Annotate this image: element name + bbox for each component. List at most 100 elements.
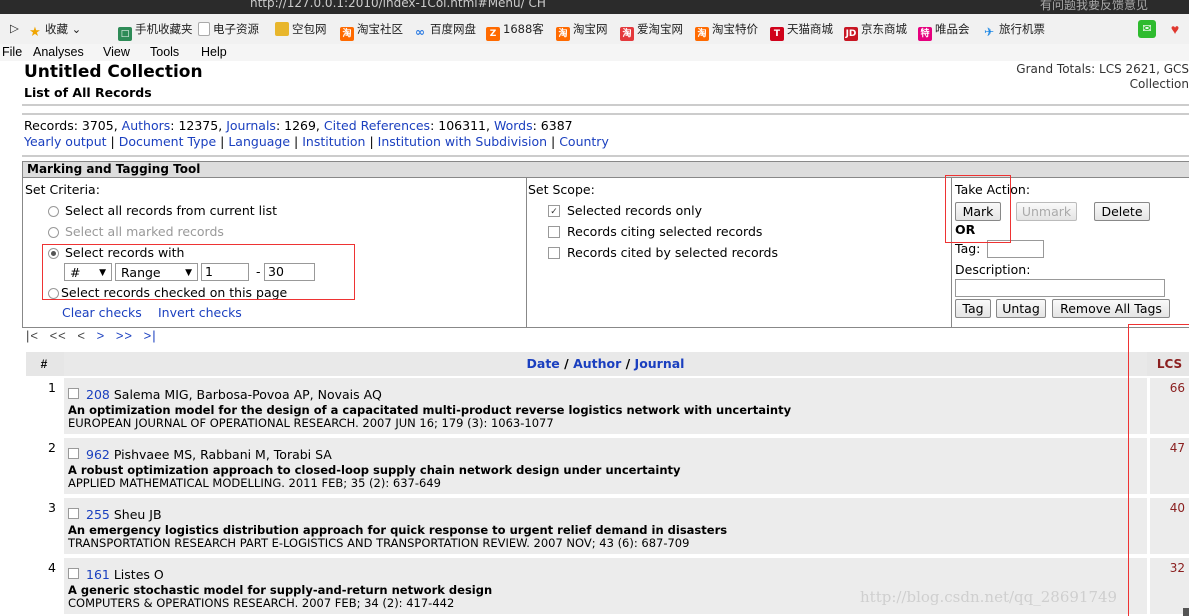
bookmark-item[interactable]: JD 京东商城 — [844, 21, 907, 41]
cited-references-link[interactable]: Cited References — [324, 118, 430, 133]
record-id-link[interactable]: 962 — [86, 447, 110, 462]
prev-block-link[interactable]: << — [50, 328, 67, 343]
bookmark-item[interactable]: 淘爱淘宝网 — [620, 21, 683, 41]
record-lcs: 40 — [1150, 498, 1189, 554]
record-lcs: 47 — [1150, 438, 1189, 494]
tool-title: Marking and Tagging Tool — [23, 162, 1189, 178]
heart-icon[interactable]: ♥ — [1166, 20, 1184, 38]
language-link[interactable]: Language — [228, 134, 290, 149]
row-body: 962 Pishvaee MS, Rabbani M, Torabi SA A … — [64, 438, 1147, 494]
menu-view[interactable]: View — [103, 45, 130, 59]
checkbox-cited-by-selected[interactable] — [548, 247, 560, 259]
bookmark-item[interactable]: 淘淘宝特价 — [695, 21, 758, 41]
bookmark-item[interactable]: 电子资源 — [198, 21, 259, 37]
marking-tagging-tool: Marking and Tagging Tool Set Criteria: S… — [22, 161, 1189, 328]
highlight-line — [1128, 324, 1129, 616]
bookmark-item[interactable]: 特唯品会 — [918, 21, 970, 41]
bookmark-item[interactable]: 淘淘宝社区 — [340, 21, 403, 41]
last-page-link[interactable]: >| — [144, 328, 157, 343]
bookmark-item[interactable]: Z 1688客 — [486, 21, 544, 41]
record-authors: Pishvaee MS, Rabbani M, Torabi SA — [113, 447, 332, 462]
record-id-link[interactable]: 208 — [86, 387, 110, 402]
row-checkbox[interactable] — [68, 508, 79, 519]
yearly-output-link[interactable]: Yearly output — [24, 134, 107, 149]
plane-icon: ✈ — [983, 25, 995, 39]
menu-help[interactable]: Help — [201, 45, 227, 59]
delete-button[interactable]: Delete — [1094, 202, 1150, 221]
bookmark-label: 电子资源 — [213, 22, 259, 36]
bookmark-item[interactable]: T 天猫商城 — [770, 21, 833, 41]
untag-button[interactable]: Untag — [996, 299, 1046, 318]
col-header-main: Date / Author / Journal — [64, 352, 1147, 376]
tag-label: Tag: — [955, 241, 981, 256]
bookmark-label: 收藏 ⌄ — [45, 22, 82, 36]
grand-totals-line: Grand Totals: LCS 2621, GCS — [1016, 62, 1189, 76]
prev-page-link[interactable]: < — [77, 328, 86, 343]
country-link[interactable]: Country — [559, 134, 609, 149]
record-title: A robust optimization approach to closed… — [68, 463, 681, 477]
bookmark-label: 淘宝社区 — [357, 22, 403, 36]
row-body: 208 Salema MIG, Barbosa-Povoa AP, Novais… — [64, 378, 1147, 434]
remove-all-tags-button[interactable]: Remove All Tags — [1052, 299, 1170, 318]
menu-analyses[interactable]: Analyses — [33, 45, 84, 59]
browser-top-strip: http://127.0.0.1:2010/index-1Col.html#Me… — [0, 0, 1189, 14]
words-link[interactable]: Words — [494, 118, 533, 133]
watermark-text: http://blog.csdn.net/qq_28691749 — [860, 588, 1118, 606]
bookmark-item[interactable]: 淘淘宝网 — [556, 21, 608, 41]
authors-count: : 12375, — [170, 118, 223, 133]
radio-all-records[interactable] — [48, 206, 59, 217]
next-block-link[interactable]: >> — [116, 328, 133, 343]
scrollbar-thumb[interactable] — [1183, 608, 1189, 616]
divider — [22, 155, 1189, 157]
row-number: 1 — [26, 378, 62, 434]
institution-link[interactable]: Institution — [302, 134, 365, 149]
bookmark-item[interactable]: ∞ 百度网盘 — [413, 21, 476, 39]
clear-checks-link[interactable]: Clear checks — [62, 305, 142, 320]
record-lcs: 66 — [1150, 378, 1189, 434]
bookmark-item[interactable]: 空包网 — [275, 21, 327, 37]
bookmark-item[interactable]: □ 手机收藏夹 — [118, 21, 193, 41]
sort-author-link[interactable]: Author — [573, 356, 621, 371]
record-id-link[interactable]: 161 — [86, 567, 110, 582]
bookmark-label: 淘宝特价 — [712, 22, 758, 36]
description-input[interactable] — [955, 279, 1165, 297]
record-title: A generic stochastic model for supply-an… — [68, 583, 493, 597]
sort-journal-link[interactable]: Journal — [635, 356, 685, 371]
bookmark-item[interactable]: ✈ 旅行机票 — [982, 21, 1045, 39]
first-page-link[interactable]: |< — [26, 328, 39, 343]
wechat-icon[interactable]: ✉ — [1138, 20, 1156, 38]
record-source: COMPUTERS & OPERATIONS RESEARCH. 2007 FE… — [68, 596, 455, 610]
1688-icon: Z — [486, 27, 500, 41]
menu-tools[interactable]: Tools — [150, 45, 179, 59]
invert-checks-link[interactable]: Invert checks — [158, 305, 242, 320]
institution-subdivision-link[interactable]: Institution with Subdivision — [378, 134, 547, 149]
menu-bar: File Analyses View Tools Help — [0, 44, 1189, 61]
col-header-lcs[interactable]: LCS — [1150, 352, 1189, 376]
highlight-box — [42, 244, 355, 300]
record-id-link[interactable]: 255 — [86, 507, 110, 522]
sort-date-link[interactable]: Date — [527, 356, 560, 371]
checkbox-citing-selected[interactable] — [548, 226, 560, 238]
row-checkbox[interactable] — [68, 448, 79, 459]
table-row: 3 255 Sheu JB An emergency logistics dis… — [26, 498, 1189, 554]
document-type-link[interactable]: Document Type — [119, 134, 216, 149]
bookmarks-bar: ▷ ★ 收藏 ⌄ □ 手机收藏夹 电子资源 空包网 淘淘宝社区 ∞ 百度网盘 Z 168… — [0, 14, 1189, 45]
description-label: Description: — [955, 262, 1031, 277]
record-lcs: 32 — [1150, 558, 1189, 614]
document-icon — [198, 22, 210, 36]
menu-file[interactable]: File — [2, 45, 22, 59]
journals-link[interactable]: Journals — [226, 118, 276, 133]
next-page-link[interactable]: > — [97, 328, 106, 343]
checkbox-selected-only[interactable]: ✓ — [548, 205, 560, 217]
bookmark-favorites[interactable]: ★ 收藏 ⌄ — [28, 21, 82, 40]
highlight-line — [1128, 324, 1189, 325]
row-checkbox[interactable] — [68, 388, 79, 399]
row-number: 4 — [26, 558, 62, 614]
record-source: TRANSPORTATION RESEARCH PART E-LOGISTICS… — [68, 536, 690, 550]
authors-link[interactable]: Authors — [122, 118, 171, 133]
record-authors: Sheu JB — [113, 507, 162, 522]
criteria-panel: Set Criteria: Select all records from cu… — [23, 178, 527, 327]
tag-button[interactable]: Tag — [955, 299, 991, 318]
row-checkbox[interactable] — [68, 568, 79, 579]
sidebar-toggle-icon[interactable]: ▷ — [10, 21, 19, 37]
